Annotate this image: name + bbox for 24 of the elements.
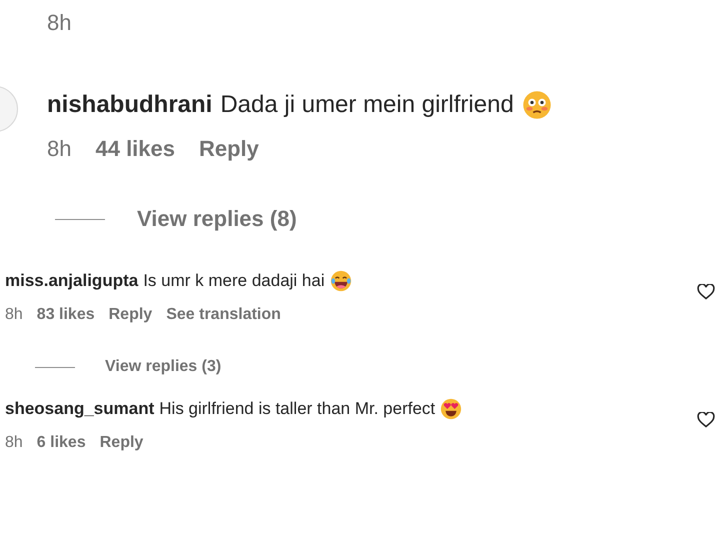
reply-link[interactable]: Reply bbox=[199, 136, 259, 162]
username[interactable]: sheosang_sumant bbox=[5, 399, 154, 419]
timestamp: 8h bbox=[5, 434, 23, 452]
reply-link[interactable]: Reply bbox=[108, 306, 152, 324]
likes-count[interactable]: 6 likes bbox=[36, 434, 86, 452]
view-replies-link[interactable]: View replies (3) bbox=[105, 358, 222, 376]
reply-link[interactable]: Reply bbox=[100, 434, 144, 452]
timestamp: 8h bbox=[47, 136, 72, 162]
flushed-face-icon bbox=[522, 90, 552, 120]
username[interactable]: miss.anjaligupta bbox=[5, 271, 138, 291]
likes-count[interactable]: 44 likes bbox=[95, 136, 175, 162]
likes-count[interactable]: 83 likes bbox=[36, 306, 95, 324]
comment-text: Is umr k mere dadaji hai bbox=[143, 271, 325, 291]
timestamp: 8h bbox=[47, 10, 72, 35]
heart-icon[interactable] bbox=[697, 284, 715, 300]
view-replies-link[interactable]: View replies (8) bbox=[137, 206, 297, 232]
heart-icon[interactable] bbox=[697, 412, 715, 428]
comment-text: His girlfriend is taller than Mr. perfect bbox=[159, 399, 436, 419]
comment-text: Dada ji umer mein girlfriend bbox=[220, 91, 514, 119]
heart-eyes-face-icon bbox=[440, 398, 462, 420]
see-translation-link[interactable]: See translation bbox=[166, 306, 281, 324]
laughing-face-icon bbox=[330, 270, 352, 292]
username[interactable]: nishabudhrani bbox=[47, 91, 212, 119]
timestamp: 8h bbox=[5, 306, 23, 324]
